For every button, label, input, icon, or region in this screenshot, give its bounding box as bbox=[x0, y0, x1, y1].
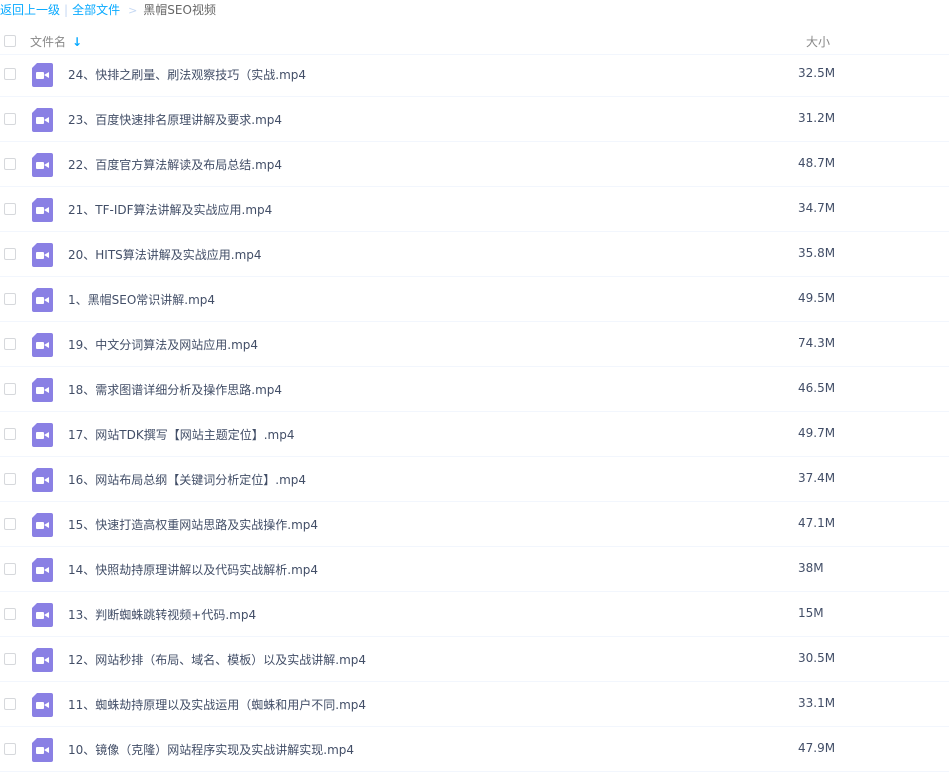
breadcrumb-arrow-icon: > bbox=[128, 4, 138, 17]
breadcrumb-separator: | bbox=[64, 3, 69, 17]
file-name-link[interactable]: 24、快排之刷量、刷法观察技巧（实战.mp4 bbox=[68, 66, 306, 83]
video-file-icon bbox=[32, 423, 53, 447]
name-column-label: 文件名 bbox=[30, 35, 67, 49]
file-size: 15M bbox=[798, 606, 824, 620]
file-checkbox[interactable] bbox=[4, 203, 16, 215]
file-name-link[interactable]: 12、网站秒排（布局、域名、模板）以及实战讲解.mp4 bbox=[68, 651, 366, 668]
file-row[interactable]: 23、百度快速排名原理讲解及要求.mp4 31.2M bbox=[0, 97, 949, 142]
file-size: 34.7M bbox=[798, 201, 836, 215]
file-row[interactable]: 12、网站秒排（布局、域名、模板）以及实战讲解.mp4 30.5M bbox=[0, 637, 949, 682]
file-size: 38M bbox=[798, 561, 824, 575]
file-size: 48.7M bbox=[798, 156, 836, 170]
video-file-icon bbox=[32, 198, 53, 222]
sort-down-arrow-icon[interactable]: ↓ bbox=[72, 35, 82, 49]
file-row[interactable]: 16、网站布局总纲【关键词分析定位】.mp4 37.4M bbox=[0, 457, 949, 502]
file-name-link[interactable]: 22、百度官方算法解读及布局总结.mp4 bbox=[68, 156, 282, 173]
video-file-icon bbox=[32, 243, 53, 267]
file-checkbox[interactable] bbox=[4, 158, 16, 170]
file-size: 30.5M bbox=[798, 651, 836, 665]
file-row[interactable]: 17、网站TDK撰写【网站主题定位】.mp4 49.7M bbox=[0, 412, 949, 457]
file-row[interactable]: 19、中文分词算法及网站应用.mp4 74.3M bbox=[0, 322, 949, 367]
file-name-link[interactable]: 14、快照劫持原理讲解以及代码实战解析.mp4 bbox=[68, 561, 318, 578]
video-file-icon bbox=[32, 378, 53, 402]
file-row[interactable]: 1、黑帽SEO常识讲解.mp4 49.5M bbox=[0, 277, 949, 322]
file-name-link[interactable]: 1、黑帽SEO常识讲解.mp4 bbox=[68, 291, 215, 308]
file-size: 49.7M bbox=[798, 426, 836, 440]
file-checkbox[interactable] bbox=[4, 653, 16, 665]
file-size: 32.5M bbox=[798, 66, 836, 80]
video-file-icon bbox=[32, 108, 53, 132]
file-checkbox[interactable] bbox=[4, 473, 16, 485]
file-size: 33.1M bbox=[798, 696, 836, 710]
video-file-icon bbox=[32, 648, 53, 672]
video-file-icon bbox=[32, 513, 53, 537]
file-checkbox[interactable] bbox=[4, 698, 16, 710]
file-row[interactable]: 10、镜像（克隆）网站程序实现及实战讲解实现.mp4 47.9M bbox=[0, 727, 949, 772]
file-checkbox[interactable] bbox=[4, 293, 16, 305]
file-checkbox[interactable] bbox=[4, 608, 16, 620]
video-file-icon bbox=[32, 738, 53, 762]
file-row[interactable]: 15、快速打造高权重网站思路及实战操作.mp4 47.1M bbox=[0, 502, 949, 547]
file-size: 46.5M bbox=[798, 381, 836, 395]
file-row[interactable]: 21、TF-IDF算法讲解及实战应用.mp4 34.7M bbox=[0, 187, 949, 232]
video-file-icon bbox=[32, 693, 53, 717]
file-row[interactable]: 20、HITS算法讲解及实战应用.mp4 35.8M bbox=[0, 232, 949, 277]
file-size: 47.9M bbox=[798, 741, 836, 755]
file-name-link[interactable]: 10、镜像（克隆）网站程序实现及实战讲解实现.mp4 bbox=[68, 741, 354, 758]
file-size: 47.1M bbox=[798, 516, 836, 530]
file-checkbox[interactable] bbox=[4, 743, 16, 755]
file-checkbox[interactable] bbox=[4, 563, 16, 575]
list-header: 文件名 ↓ 大小 bbox=[0, 28, 949, 55]
all-files-link[interactable]: 全部文件 bbox=[72, 3, 120, 17]
video-file-icon bbox=[32, 153, 53, 177]
name-column-header[interactable]: 文件名 ↓ bbox=[30, 33, 82, 50]
file-name-link[interactable]: 17、网站TDK撰写【网站主题定位】.mp4 bbox=[68, 426, 294, 443]
file-name-link[interactable]: 18、需求图谱详细分析及操作思路.mp4 bbox=[68, 381, 282, 398]
file-row[interactable]: 13、判断蜘蛛跳转视频+代码.mp4 15M bbox=[0, 592, 949, 637]
size-column-header[interactable]: 大小 bbox=[806, 33, 830, 50]
file-checkbox[interactable] bbox=[4, 428, 16, 440]
file-name-link[interactable]: 11、蜘蛛劫持原理以及实战运用（蜘蛛和用户不同.mp4 bbox=[68, 696, 366, 713]
file-name-link[interactable]: 20、HITS算法讲解及实战应用.mp4 bbox=[68, 246, 262, 263]
video-file-icon bbox=[32, 468, 53, 492]
file-name-link[interactable]: 15、快速打造高权重网站思路及实战操作.mp4 bbox=[68, 516, 318, 533]
file-checkbox[interactable] bbox=[4, 248, 16, 260]
file-checkbox[interactable] bbox=[4, 338, 16, 350]
file-name-link[interactable]: 19、中文分词算法及网站应用.mp4 bbox=[68, 336, 258, 353]
file-checkbox[interactable] bbox=[4, 383, 16, 395]
file-size: 37.4M bbox=[798, 471, 836, 485]
back-link[interactable]: 返回上一级 bbox=[0, 3, 60, 17]
file-row[interactable]: 24、快排之刷量、刷法观察技巧（实战.mp4 32.5M bbox=[0, 52, 949, 97]
file-name-link[interactable]: 13、判断蜘蛛跳转视频+代码.mp4 bbox=[68, 606, 256, 623]
file-row[interactable]: 22、百度官方算法解读及布局总结.mp4 48.7M bbox=[0, 142, 949, 187]
file-size: 31.2M bbox=[798, 111, 836, 125]
breadcrumb: 返回上一级 | 全部文件 > 黑帽SEO视频 bbox=[0, 0, 216, 20]
file-name-link[interactable]: 23、百度快速排名原理讲解及要求.mp4 bbox=[68, 111, 282, 128]
file-checkbox[interactable] bbox=[4, 68, 16, 80]
video-file-icon bbox=[32, 558, 53, 582]
file-row[interactable]: 18、需求图谱详细分析及操作思路.mp4 46.5M bbox=[0, 367, 949, 412]
video-file-icon bbox=[32, 288, 53, 312]
current-folder: 黑帽SEO视频 bbox=[143, 3, 216, 17]
video-file-icon bbox=[32, 603, 53, 627]
file-checkbox[interactable] bbox=[4, 113, 16, 125]
file-size: 74.3M bbox=[798, 336, 836, 350]
file-row[interactable]: 11、蜘蛛劫持原理以及实战运用（蜘蛛和用户不同.mp4 33.1M bbox=[0, 682, 949, 727]
file-size: 49.5M bbox=[798, 291, 836, 305]
select-all-checkbox[interactable] bbox=[4, 35, 16, 47]
video-file-icon bbox=[32, 63, 53, 87]
file-checkbox[interactable] bbox=[4, 518, 16, 530]
file-name-link[interactable]: 16、网站布局总纲【关键词分析定位】.mp4 bbox=[68, 471, 306, 488]
file-name-link[interactable]: 21、TF-IDF算法讲解及实战应用.mp4 bbox=[68, 201, 272, 218]
video-file-icon bbox=[32, 333, 53, 357]
file-row[interactable]: 14、快照劫持原理讲解以及代码实战解析.mp4 38M bbox=[0, 547, 949, 592]
file-size: 35.8M bbox=[798, 246, 836, 260]
